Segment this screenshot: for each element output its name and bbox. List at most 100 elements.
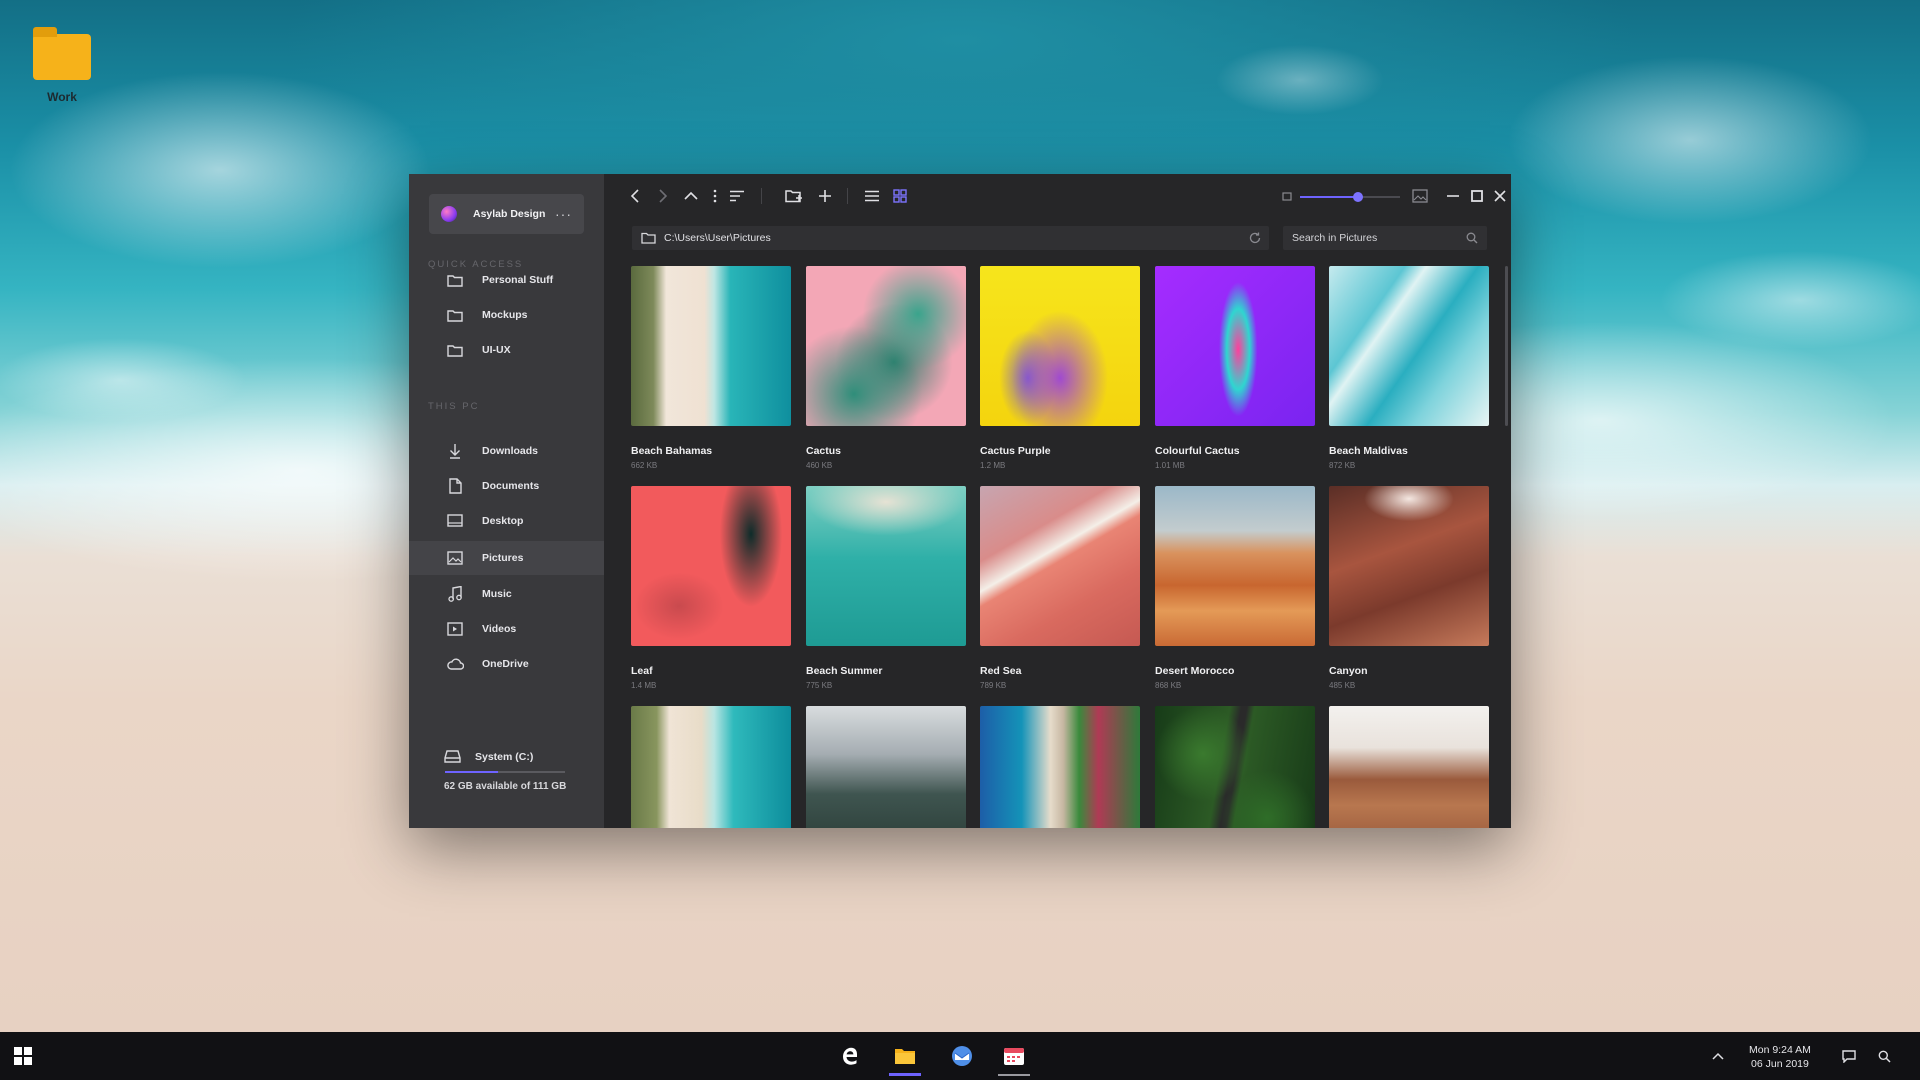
sidebar-item-desktop[interactable]: Desktop — [409, 504, 604, 538]
drive-icon — [444, 750, 461, 763]
new-folder-button[interactable] — [784, 186, 804, 206]
file-thumbnail — [1155, 706, 1315, 828]
refresh-icon[interactable] — [1249, 232, 1261, 244]
folder-icon — [641, 232, 656, 244]
sidebar-item-documents[interactable]: Documents — [409, 469, 604, 503]
sidebar-item-mockups[interactable]: Mockups — [409, 298, 604, 332]
file-name: Cactus Purple — [980, 445, 1051, 457]
zoom-slider-handle[interactable] — [1353, 192, 1363, 202]
clock-time: Mon 9:24 AM — [1749, 1044, 1811, 1056]
sidebar-item-videos[interactable]: Videos — [409, 612, 604, 646]
file-tile[interactable] — [806, 706, 966, 828]
search-field[interactable]: Search in Pictures — [1283, 226, 1487, 250]
more-options-icon[interactable]: ··· — [555, 206, 572, 222]
file-thumbnail — [806, 486, 966, 646]
file-thumbnail — [1155, 266, 1315, 426]
zoom-slider[interactable] — [1300, 192, 1400, 202]
storage-bar-fill — [445, 771, 498, 773]
taskbar-app-mail[interactable] — [942, 1040, 982, 1072]
taskbar-app-file-explorer[interactable] — [885, 1040, 925, 1076]
notifications-icon[interactable] — [1839, 1046, 1859, 1066]
file-tile[interactable] — [980, 706, 1140, 828]
taskbar-app-edge[interactable] — [830, 1040, 870, 1072]
file-tile[interactable]: Canyon 485 KB — [1329, 486, 1489, 690]
desktop-icon-work[interactable]: Work — [30, 27, 94, 104]
search-icon[interactable] — [1466, 232, 1478, 244]
small-thumbnail-icon[interactable] — [1277, 186, 1297, 206]
search-input[interactable]: Search in Pictures — [1292, 232, 1377, 244]
sidebar-item-label: Videos — [482, 623, 517, 635]
storage-widget[interactable]: System (C:) 62 GB available of 111 GB — [444, 750, 584, 792]
zoom-slider-fill — [1300, 196, 1358, 198]
sidebar-item-pictures[interactable]: Pictures — [409, 541, 604, 575]
mail-icon — [951, 1045, 973, 1067]
file-tile[interactable] — [1329, 706, 1489, 828]
sort-button[interactable] — [727, 186, 747, 206]
sidebar-item-ui-ux[interactable]: UI-UX — [409, 333, 604, 367]
tray-overflow-chevron-up-icon[interactable] — [1708, 1046, 1728, 1066]
file-size: 1.2 MB — [980, 461, 1006, 470]
file-name: Beach Summer — [806, 665, 883, 677]
back-button[interactable] — [625, 186, 645, 206]
file-tile[interactable] — [631, 706, 791, 828]
sidebar-item-downloads[interactable]: Downloads — [409, 434, 604, 468]
file-size: 1.01 MB — [1155, 461, 1185, 470]
large-thumbnail-icon[interactable] — [1410, 186, 1430, 206]
cloud-icon — [446, 656, 464, 672]
taskbar-clock[interactable]: Mon 9:24 AM 06 Jun 2019 — [1749, 1043, 1811, 1071]
forward-button[interactable] — [653, 186, 673, 206]
address-bar[interactable]: C:\Users\User\Pictures — [632, 226, 1269, 250]
file-thumbnail — [806, 706, 966, 828]
more-vertical-icon[interactable] — [705, 186, 725, 206]
list-view-button[interactable] — [862, 186, 882, 206]
sidebar-item-label: OneDrive — [482, 658, 529, 670]
sidebar-item-personal-stuff[interactable]: Personal Stuff — [409, 263, 604, 297]
up-button[interactable] — [681, 186, 701, 206]
drive-name: System (C:) — [475, 750, 534, 763]
file-tile[interactable]: Cactus Purple 1.2 MB — [980, 266, 1140, 470]
sidebar-item-label: UI-UX — [482, 344, 511, 356]
file-tile[interactable]: Beach Maldivas 872 KB — [1329, 266, 1489, 470]
file-name: Leaf — [631, 665, 653, 677]
close-button[interactable] — [1490, 186, 1510, 206]
file-thumbnail — [806, 266, 966, 426]
file-name: Red Sea — [980, 665, 1022, 677]
file-tile[interactable]: Cactus 460 KB — [806, 266, 966, 470]
file-size: 868 KB — [1155, 681, 1182, 690]
file-tile[interactable]: Beach Summer 775 KB — [806, 486, 966, 690]
account-switcher[interactable]: Asylab Design ··· — [429, 194, 584, 234]
maximize-button[interactable] — [1467, 186, 1487, 206]
file-size: 872 KB — [1329, 461, 1356, 470]
toolbar-divider — [847, 188, 848, 204]
scrollbar[interactable] — [1505, 266, 1508, 426]
sidebar-item-label: Desktop — [482, 515, 524, 527]
file-tile[interactable]: Desert Morocco 868 KB — [1155, 486, 1315, 690]
file-size: 789 KB — [980, 681, 1007, 690]
file-tile[interactable]: Red Sea 789 KB — [980, 486, 1140, 690]
sidebar-item-label: Music — [482, 588, 512, 600]
sidebar-item-label: Pictures — [482, 552, 524, 564]
sidebar-item-music[interactable]: Music — [409, 577, 604, 611]
folder-icon — [446, 307, 464, 323]
taskbar-app-calendar[interactable] — [994, 1040, 1034, 1076]
file-thumbnail — [1329, 266, 1489, 426]
sidebar-item-label: Documents — [482, 480, 540, 492]
taskbar: Mon 9:24 AM 06 Jun 2019 — [0, 1032, 1920, 1080]
storage-bar — [445, 771, 565, 773]
file-tile[interactable]: Leaf 1.4 MB — [631, 486, 791, 690]
file-thumbnail — [631, 266, 791, 426]
sidebar-item-onedrive[interactable]: OneDrive — [409, 647, 604, 681]
file-size: 662 KB — [631, 461, 658, 470]
grid-view-button[interactable] — [890, 186, 910, 206]
file-tile[interactable]: Colourful Cactus 1.01 MB — [1155, 266, 1315, 470]
search-icon[interactable] — [1874, 1046, 1894, 1066]
file-tile[interactable] — [1155, 706, 1315, 828]
start-button[interactable] — [14, 1047, 33, 1066]
file-tile[interactable]: Beach Bahamas 662 KB — [631, 266, 791, 470]
account-name: Asylab Design — [473, 208, 546, 220]
toolbar — [604, 174, 1511, 218]
video-icon — [446, 621, 464, 637]
music-icon — [446, 586, 464, 602]
minimize-button[interactable] — [1443, 186, 1463, 206]
add-button[interactable] — [815, 186, 835, 206]
